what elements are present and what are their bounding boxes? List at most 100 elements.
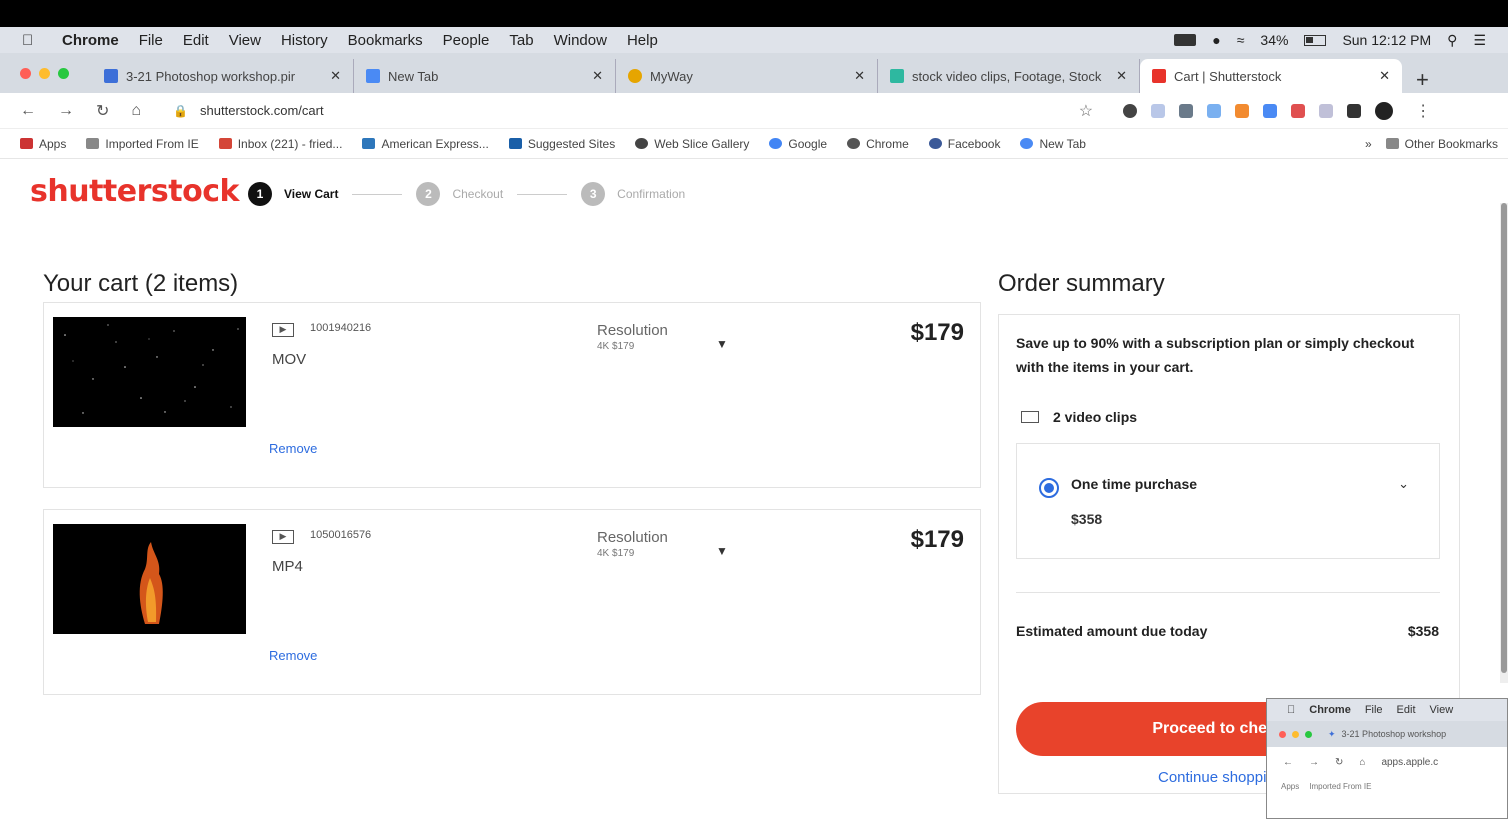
tab-myway[interactable]: MyWay ✕ xyxy=(616,59,878,93)
reload-icon[interactable]: ↻ xyxy=(96,101,109,121)
avatar[interactable] xyxy=(1375,101,1394,120)
zoom-window-button[interactable] xyxy=(58,68,69,79)
extension-icon[interactable] xyxy=(1179,103,1194,118)
video-thumbnail[interactable] xyxy=(53,524,246,634)
menu-window[interactable]: Window xyxy=(554,32,607,49)
resolution-label[interactable]: Resolution xyxy=(597,322,668,339)
wifi-icon[interactable]: ≈ xyxy=(1237,32,1245,48)
estimated-amount-value: $358 xyxy=(1407,623,1439,639)
screenshot-thumbnail[interactable]:  Chrome File Edit View ✦ 3-21 Photoshop… xyxy=(1266,698,1508,819)
bookmark-other[interactable]: » Other Bookmarks xyxy=(1365,137,1498,151)
bookmark-web-slice[interactable]: Web Slice Gallery xyxy=(635,137,749,151)
bookmark-new-tab[interactable]: New Tab xyxy=(1020,137,1086,151)
minimize-window-button[interactable] xyxy=(39,68,50,79)
forward-icon[interactable]: → xyxy=(58,102,74,120)
bookmark-suggested-sites[interactable]: Suggested Sites xyxy=(508,136,616,151)
tab-new-tab[interactable]: New Tab ✕ xyxy=(354,59,616,93)
tab-cart-shutterstock[interactable]: Cart | Shutterstock ✕ xyxy=(1140,59,1402,93)
purchase-option[interactable]: One time purchase $358 ⌄ xyxy=(1016,443,1440,559)
vertical-scrollbar[interactable] xyxy=(1500,203,1508,683)
clock[interactable]: Sun 12:12 PM xyxy=(1342,32,1431,48)
menu-bookmarks[interactable]: Bookmarks xyxy=(348,32,423,49)
close-tab-icon[interactable]: ✕ xyxy=(592,68,603,84)
overflow-chevron-icon[interactable]: » xyxy=(1365,137,1372,151)
thumbnail-bookmarks: Apps Imported From IE xyxy=(1267,777,1507,795)
scrollbar-thumb[interactable] xyxy=(1501,203,1507,673)
menu-tab[interactable]: Tab xyxy=(509,32,533,49)
menu-edit[interactable]: Edit xyxy=(183,32,209,49)
address-bar[interactable]: 🔒 shutterstock.com/cart ☆ xyxy=(173,101,1093,121)
extension-icon[interactable] xyxy=(1151,103,1166,118)
reload-icon: ↻ xyxy=(1335,756,1344,768)
forward-icon: → xyxy=(1309,756,1319,768)
resolution-value[interactable]: 4K $179 xyxy=(597,548,634,559)
chevron-down-icon[interactable]: ▼ xyxy=(716,544,728,558)
bookmark-star-icon[interactable]: ☆ xyxy=(1079,101,1093,121)
extension-icon[interactable] xyxy=(1123,103,1138,118)
menu-history[interactable]: History xyxy=(281,32,328,49)
tab-stock-footage[interactable]: stock video clips, Footage, Stock ✕ xyxy=(878,59,1140,93)
chevron-down-icon[interactable]: ▼ xyxy=(716,337,728,351)
bookmark-amex[interactable]: American Express... xyxy=(362,137,489,151)
remove-button[interactable]: Remove xyxy=(269,441,317,456)
menu-kebab-icon[interactable]: ⋮ xyxy=(1415,101,1431,121)
step-label: Checkout xyxy=(452,187,504,201)
bookmark-imported-ie[interactable]: Imported From IE xyxy=(86,137,199,151)
control-center-icon[interactable]: ☰ xyxy=(1473,32,1486,49)
thumbnail-bookmark-imported: Imported From IE xyxy=(1309,781,1372,791)
bookmark-chrome[interactable]: Chrome xyxy=(847,137,909,151)
home-icon: ⌂ xyxy=(1359,756,1366,768)
resolution-value[interactable]: 4K $179 xyxy=(597,341,634,352)
continue-shopping-link[interactable]: Continue shopping xyxy=(1158,769,1283,786)
menu-file[interactable]: File xyxy=(139,32,163,49)
extension-icon[interactable] xyxy=(1291,103,1306,118)
bookmark-inbox[interactable]: Inbox (221) - fried... xyxy=(218,137,342,151)
menu-people[interactable]: People xyxy=(443,32,490,49)
shutterstock-logo[interactable]: shutterstock xyxy=(30,174,239,209)
video-thumbnail[interactable] xyxy=(53,317,246,427)
menubar-app-name[interactable]: Chrome xyxy=(62,32,119,49)
close-tab-icon[interactable]: ✕ xyxy=(1379,68,1390,84)
extension-icon[interactable] xyxy=(1235,103,1250,118)
bookmark-google[interactable]: Google xyxy=(769,137,827,151)
back-icon[interactable]: ← xyxy=(20,102,36,120)
apple-icon[interactable]:  xyxy=(22,32,36,49)
bookmark-label: Suggested Sites xyxy=(527,136,616,151)
close-tab-icon[interactable]: ✕ xyxy=(1116,68,1127,84)
purchase-option-radio[interactable] xyxy=(1039,478,1059,498)
resolution-label[interactable]: Resolution xyxy=(597,529,668,546)
bookmark-label: Chrome xyxy=(866,136,909,151)
url-text[interactable]: shutterstock.com/cart xyxy=(200,103,324,118)
lock-icon[interactable]: 🔒 xyxy=(173,104,188,118)
bookmark-apps[interactable]: Apps xyxy=(20,137,66,151)
step-connector xyxy=(352,193,403,195)
extensions: ⋮ xyxy=(1123,101,1431,121)
google-icon xyxy=(769,138,783,149)
menu-view[interactable]: View xyxy=(229,32,261,49)
extension-icon[interactable] xyxy=(1319,103,1334,118)
close-tab-icon[interactable]: ✕ xyxy=(854,68,865,84)
menu-help[interactable]: Help xyxy=(627,32,658,49)
user-icon[interactable]: ● xyxy=(1212,32,1220,48)
battery-icon[interactable] xyxy=(1304,34,1327,46)
tab-photoshop[interactable]: 3-21 Photoshop workshop.pir ✕ xyxy=(92,59,354,93)
extension-icon[interactable] xyxy=(1207,103,1222,118)
macos-menubar:  Chrome File Edit View History Bookmark… xyxy=(0,27,1508,53)
bookmark-facebook[interactable]: Facebook xyxy=(928,137,1000,151)
new-tab-button[interactable]: + xyxy=(1416,67,1429,93)
video-file-icon: ▶ xyxy=(272,323,294,337)
remove-button[interactable]: Remove xyxy=(269,648,317,663)
thumbnail-menubar:  Chrome File Edit View xyxy=(1267,699,1507,721)
dropbox-icon: ✦ xyxy=(1328,728,1336,739)
close-window-button[interactable] xyxy=(20,68,31,79)
puzzle-icon[interactable] xyxy=(1347,103,1362,118)
keyboard-icon[interactable] xyxy=(1174,34,1197,46)
purchase-option-label[interactable]: One time purchase xyxy=(1071,476,1197,492)
extension-icon[interactable] xyxy=(1263,103,1278,118)
close-tab-icon[interactable]: ✕ xyxy=(330,68,341,84)
chevron-down-icon[interactable]: ⌄ xyxy=(1398,476,1409,492)
folder-icon xyxy=(86,138,100,149)
battery-percent[interactable]: 34% xyxy=(1260,32,1288,48)
search-icon[interactable]: ⚲ xyxy=(1447,32,1457,49)
home-icon[interactable]: ⌂ xyxy=(131,102,141,120)
